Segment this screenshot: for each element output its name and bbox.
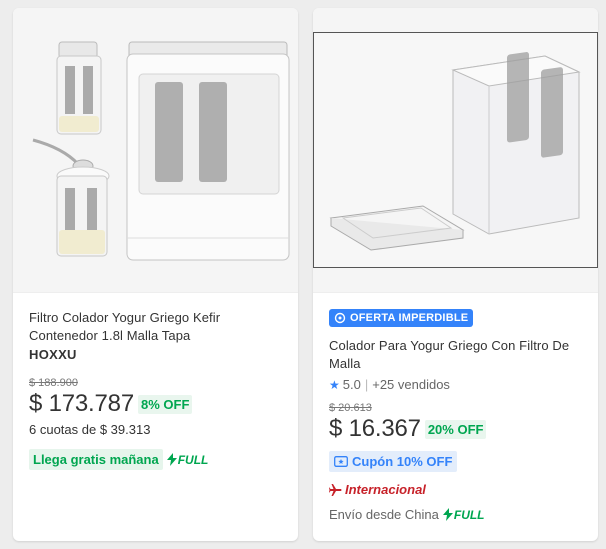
rating-value: 5.0 — [342, 377, 361, 392]
discount-badge: 8% OFF — [137, 394, 193, 414]
star-icon: ★ — [329, 377, 340, 392]
sold-count: +25 vendidos — [372, 377, 450, 392]
product-image[interactable] — [313, 8, 598, 292]
international-label: Internacional — [345, 482, 426, 497]
product-card[interactable]: OFERTA IMPERDIBLE Colador Para Yogur Gri… — [313, 8, 598, 541]
original-price: $ 188.900 — [29, 377, 78, 389]
full-label: FULL — [453, 507, 485, 522]
gear-icon — [334, 312, 346, 324]
coupon-badge[interactable]: Cupón 10% OFF — [329, 451, 458, 472]
product-title[interactable]: Filtro Colador Yogur Griego Kefir Conten… — [29, 309, 282, 345]
installments-text: 6 cuotas de $ 39.313 — [29, 422, 151, 437]
promo-badge: OFERTA IMPERDIBLE — [329, 309, 474, 327]
full-badge: FULL — [442, 507, 485, 522]
rating-row: ★ 5.0 | +25 vendidos — [329, 377, 582, 392]
current-price: $ 173.787 — [29, 390, 134, 417]
product-brand: HOXXU — [29, 347, 77, 362]
coupon-icon — [334, 456, 348, 467]
airplane-icon — [329, 483, 342, 496]
promo-badge-label: OFERTA IMPERDIBLE — [350, 312, 469, 324]
product-title[interactable]: Colador Para Yogur Griego Con Filtro De … — [329, 337, 582, 373]
international-badge: Internacional — [329, 482, 582, 497]
full-badge: FULL — [166, 452, 209, 467]
full-label: FULL — [177, 452, 209, 467]
separator: | — [364, 377, 369, 392]
yogurt-strainer-illustration — [329, 52, 581, 251]
original-price: $ 20.613 — [329, 402, 372, 414]
discount-badge: 20% OFF — [424, 419, 487, 439]
current-price: $ 16.367 — [329, 415, 421, 442]
lightning-icon — [442, 508, 453, 521]
ships-from: Envío desde China — [329, 507, 439, 522]
yogurt-strainer-illustration — [32, 41, 290, 261]
coupon-label: Cupón 10% OFF — [352, 454, 453, 469]
lightning-icon — [166, 453, 177, 466]
free-shipping-badge: Llega gratis mañana — [29, 449, 163, 470]
product-card[interactable]: Filtro Colador Yogur Griego Kefir Conten… — [13, 8, 298, 541]
product-image[interactable] — [13, 8, 298, 292]
